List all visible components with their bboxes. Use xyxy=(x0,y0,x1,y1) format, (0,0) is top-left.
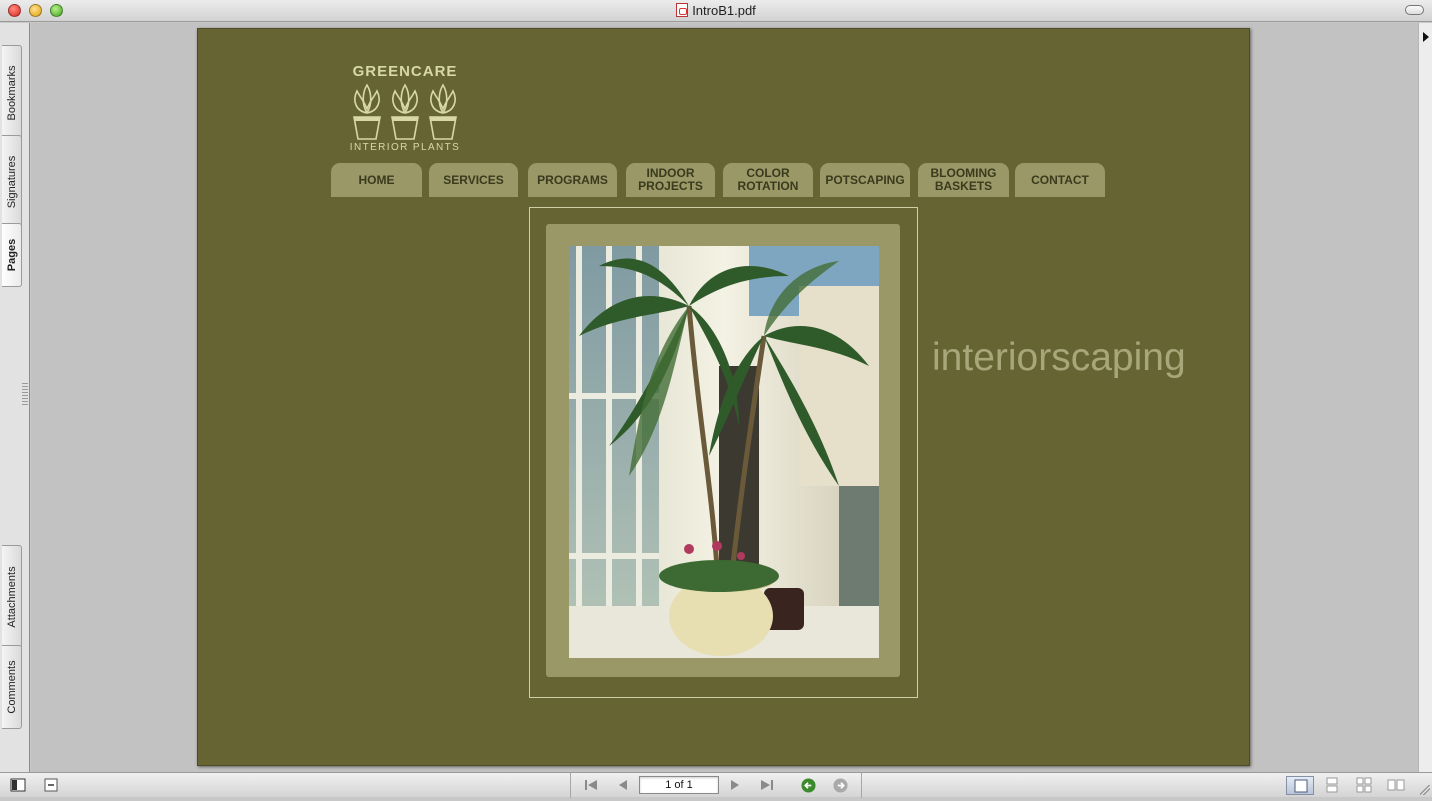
palm-tree-photo xyxy=(569,246,879,658)
tab-pages-label: Pages xyxy=(5,238,18,272)
toolbar-toggle-button[interactable] xyxy=(1405,5,1424,15)
continuous-icon xyxy=(1326,777,1338,793)
tab-signatures[interactable]: Signatures xyxy=(2,135,22,229)
bottom-toolbar: 1 of 1 xyxy=(0,772,1432,798)
facing-view-button[interactable] xyxy=(1350,776,1378,795)
nav-home[interactable]: HOME xyxy=(331,163,422,197)
expand-arrow-icon[interactable] xyxy=(1423,32,1429,42)
logo-wordmark: GREENCARE xyxy=(352,63,458,80)
previous-page-icon[interactable] xyxy=(615,777,631,793)
tab-bookmarks-label: Bookmarks xyxy=(5,65,18,121)
go-back-icon[interactable] xyxy=(801,778,816,793)
nav-services[interactable]: SERVICES xyxy=(429,163,518,197)
nav-indoor-projects[interactable]: INDOOR PROJECTS xyxy=(626,163,715,197)
single-page-icon xyxy=(1294,779,1308,793)
page-number-field[interactable]: 1 of 1 xyxy=(639,776,719,794)
single-page-view-button[interactable] xyxy=(1286,776,1314,795)
nav-programs[interactable]: PROGRAMS xyxy=(528,163,617,197)
nav-color-rotation[interactable]: COLOR ROTATION xyxy=(723,163,813,197)
sidebar-drawer: Bookmarks Signatures Pages Attachments C… xyxy=(0,23,30,772)
tab-attachments-label: Attachments xyxy=(5,566,18,628)
tagline: interiorscaping xyxy=(932,336,1186,379)
sidebar-toggle-icon[interactable] xyxy=(10,777,26,793)
tab-attachments[interactable]: Attachments xyxy=(2,545,22,649)
nav-blooming-baskets[interactable]: BLOOMING BASKETS xyxy=(918,163,1009,197)
nav-contact[interactable]: CONTACT xyxy=(1015,163,1105,197)
annotation-toggle-icon[interactable] xyxy=(43,777,59,793)
tab-bookmarks[interactable]: Bookmarks xyxy=(2,45,22,141)
window-title: IntroB1.pdf xyxy=(692,3,756,18)
pdf-file-icon xyxy=(676,3,689,17)
window-title-wrap: IntroB1.pdf xyxy=(0,3,1432,18)
sidebar-resize-grip[interactable] xyxy=(22,383,28,407)
facing-icon xyxy=(1356,777,1372,793)
title-bar: IntroB1.pdf xyxy=(0,0,1432,22)
nav-potscaping[interactable]: POTSCAPING xyxy=(820,163,910,197)
scroll-strip[interactable] xyxy=(1418,23,1432,772)
facing-continuous-view-button[interactable] xyxy=(1382,776,1410,795)
go-forward-icon[interactable] xyxy=(833,778,848,793)
continuous-view-button[interactable] xyxy=(1318,776,1346,795)
last-page-icon[interactable] xyxy=(759,777,775,793)
potted-plants-icon xyxy=(353,83,457,140)
tab-pages[interactable]: Pages xyxy=(2,223,22,287)
first-page-icon[interactable] xyxy=(583,777,599,793)
palm-illustration xyxy=(569,246,879,658)
tab-comments-label: Comments xyxy=(5,660,18,714)
tab-signatures-label: Signatures xyxy=(5,155,18,209)
window-resize-grip[interactable] xyxy=(1420,785,1430,795)
greencare-logo: GREENCARE INTERIOR PLANTS xyxy=(340,63,470,155)
logo-subtitle: INTERIOR PLANTS xyxy=(349,142,461,153)
tab-comments[interactable]: Comments xyxy=(2,645,22,729)
next-page-icon[interactable] xyxy=(727,777,743,793)
facing-continuous-icon xyxy=(1387,779,1405,791)
